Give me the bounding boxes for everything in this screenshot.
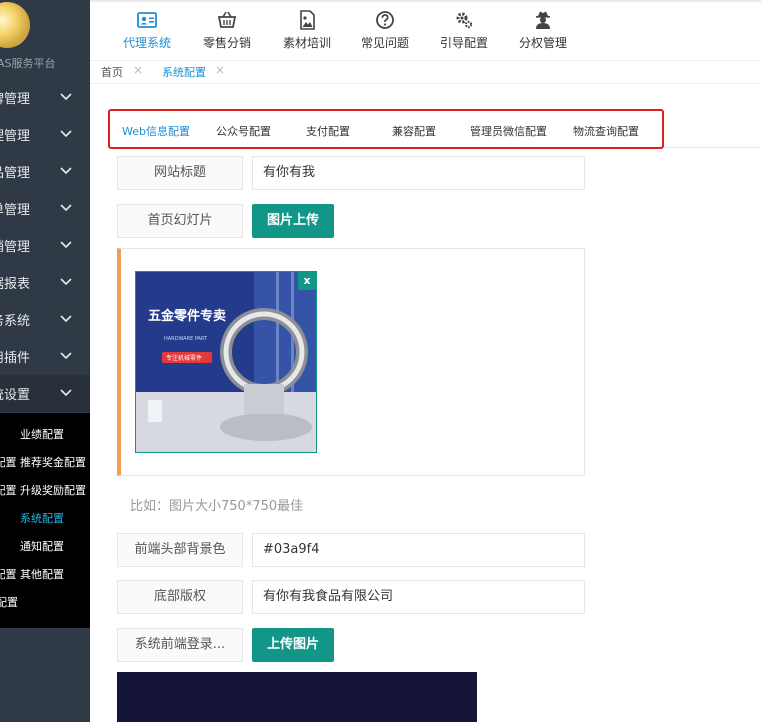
top-toolbar: 代理系统 零售分销 素材培训 常见问题 引导配置 分权管理 (90, 0, 761, 60)
tab-materials-training[interactable]: 素材培训 (267, 10, 347, 54)
sidebar-item-agent[interactable]: 理管理 (0, 116, 90, 153)
sidebar-item-marketing[interactable]: 销管理 (0, 227, 90, 264)
chevron-down-icon (60, 167, 72, 175)
tab-retail-distribution[interactable]: 零售分销 (187, 10, 267, 54)
tab-faq[interactable]: 常见问题 (345, 10, 425, 54)
platform-name: AS服务平台 (0, 57, 56, 70)
sidebar-item-label: 单管理 (0, 203, 30, 218)
breadcrumb-home[interactable]: 首页 (101, 64, 123, 80)
site-title-input[interactable]: 有你有我 (252, 156, 585, 190)
tab-label: 分权管理 (518, 36, 567, 50)
header-bg-label: 前端头部背景色 (117, 533, 243, 567)
subtab-web-info[interactable]: Web信息配置 (122, 123, 190, 139)
question-circle-icon (376, 11, 394, 29)
submenu-item-notification[interactable]: 通知配置 (20, 533, 64, 561)
sidebar-item-product[interactable]: 品管理 (0, 153, 90, 190)
banner-image: 五金零件专卖 HARDWARE PART 专注机械零件 x (135, 271, 317, 453)
tab-label: 引导配置 (439, 36, 488, 50)
chevron-down-icon (60, 315, 72, 323)
id-card-icon (137, 12, 157, 28)
banner-subline: HARDWARE PART (164, 336, 208, 342)
user-secret-icon (536, 11, 550, 29)
slideshow-preview: 五金零件专卖 HARDWARE PART 专注机械零件 x (117, 248, 585, 476)
image-upload-button[interactable]: 图片上传 (252, 204, 335, 238)
sidebar-item-label: 据报表 (0, 277, 30, 292)
submenu-item-config[interactable]: 配置 (0, 589, 18, 617)
subtab-admin-wechat[interactable]: 管理员微信配置 (470, 123, 547, 139)
footer-copyright-label: 底部版权 (117, 580, 243, 614)
close-tab-icon[interactable]: × (133, 63, 143, 77)
basket-icon (217, 11, 237, 28)
login-image-label: 系统前端登录... (117, 628, 243, 662)
sidebar-item-finance[interactable]: 务系统 (0, 301, 90, 338)
sidebar-item-brand[interactable]: 牌管理 (0, 79, 90, 116)
submenu-item-other[interactable]: 配置 其他配置 (0, 561, 64, 589)
config-subtabs: Web信息配置 公众号配置 支付配置 兼容配置 管理员微信配置 物流查询配置 (108, 109, 664, 149)
chevron-down-icon (60, 278, 72, 286)
banner-badge: 专注机械零件 (166, 354, 202, 362)
sidebar-item-label: 统设置 (0, 388, 30, 403)
chevron-down-icon (60, 204, 72, 212)
chevron-down-icon (60, 352, 72, 360)
sidebar-item-label: 用插件 (0, 351, 30, 366)
gears-icon (456, 12, 473, 29)
login-image-upload-button[interactable]: 上传图片 (252, 628, 335, 662)
submenu-item-referral-bonus[interactable]: 配置 推荐奖金配置 (0, 449, 86, 477)
footer-copyright-input[interactable]: 有你有我食品有限公司 (252, 580, 585, 614)
image-file-icon (300, 10, 315, 30)
subtab-compatibility[interactable]: 兼容配置 (392, 123, 436, 139)
sidebar-item-plugins[interactable]: 用插件 (0, 338, 90, 375)
sidebar-item-label: 销管理 (0, 240, 30, 255)
submenu-item-system-config[interactable]: 系统配置 (20, 505, 64, 533)
submenu-item-performance[interactable]: 业绩配置 (20, 421, 64, 449)
sidebar-item-reports[interactable]: 据报表 (0, 264, 90, 301)
banner-headline: 五金零件专卖 (148, 308, 226, 324)
sidebar: AS服务平台 牌管理 理管理 品管理 单管理 销管理 据报表 务系统 用插件 统… (0, 0, 90, 722)
chevron-down-icon (60, 389, 72, 397)
subtab-payment[interactable]: 支付配置 (306, 123, 350, 139)
settings-submenu: 业绩配置 配置 推荐奖金配置 配置 升级奖励配置 系统配置 通知配置 配置 其他… (0, 413, 90, 628)
banner-artwork: 五金零件专卖 HARDWARE PART 专注机械零件 (136, 272, 316, 452)
subtab-logistics[interactable]: 物流查询配置 (573, 123, 639, 139)
tab-permission-management[interactable]: 分权管理 (503, 10, 583, 54)
sidebar-item-label: 务系统 (0, 314, 30, 329)
remove-image-button[interactable]: x (298, 272, 316, 290)
slideshow-label: 首页幻灯片 (117, 204, 243, 238)
breadcrumb: 首页 × 系统配置 × (90, 60, 761, 84)
chevron-down-icon (60, 130, 72, 138)
sidebar-item-label: 牌管理 (0, 92, 30, 107)
sidebar-item-order[interactable]: 单管理 (0, 190, 90, 227)
tab-agent-system[interactable]: 代理系统 (107, 10, 187, 54)
site-title-label: 网站标题 (117, 156, 243, 190)
sidebar-item-label: 理管理 (0, 129, 30, 144)
subtab-official-account[interactable]: 公众号配置 (216, 123, 271, 139)
sidebar-footer (0, 628, 90, 722)
chevron-down-icon (60, 241, 72, 249)
tab-guide-config[interactable]: 引导配置 (424, 10, 504, 54)
main-content: Web信息配置 公众号配置 支付配置 兼容配置 管理员微信配置 物流查询配置 网… (90, 85, 761, 722)
close-tab-icon[interactable]: × (215, 63, 225, 77)
tab-label: 素材培训 (282, 36, 331, 50)
sidebar-item-label: 品管理 (0, 166, 30, 181)
tab-label: 代理系统 (122, 36, 171, 50)
chevron-down-icon (60, 93, 72, 101)
submenu-item-upgrade-reward[interactable]: 配置 升级奖励配置 (0, 477, 86, 505)
image-size-hint: 比如：图片大小750*750最佳 (130, 499, 304, 514)
tab-label: 零售分销 (202, 36, 251, 50)
breadcrumb-current[interactable]: 系统配置 (162, 64, 206, 80)
login-image-preview (117, 672, 477, 722)
tab-label: 常见问题 (360, 36, 409, 50)
logo (0, 2, 30, 48)
header-bg-input[interactable]: #03a9f4 (252, 533, 585, 567)
sidebar-item-settings[interactable]: 统设置 (0, 375, 90, 412)
